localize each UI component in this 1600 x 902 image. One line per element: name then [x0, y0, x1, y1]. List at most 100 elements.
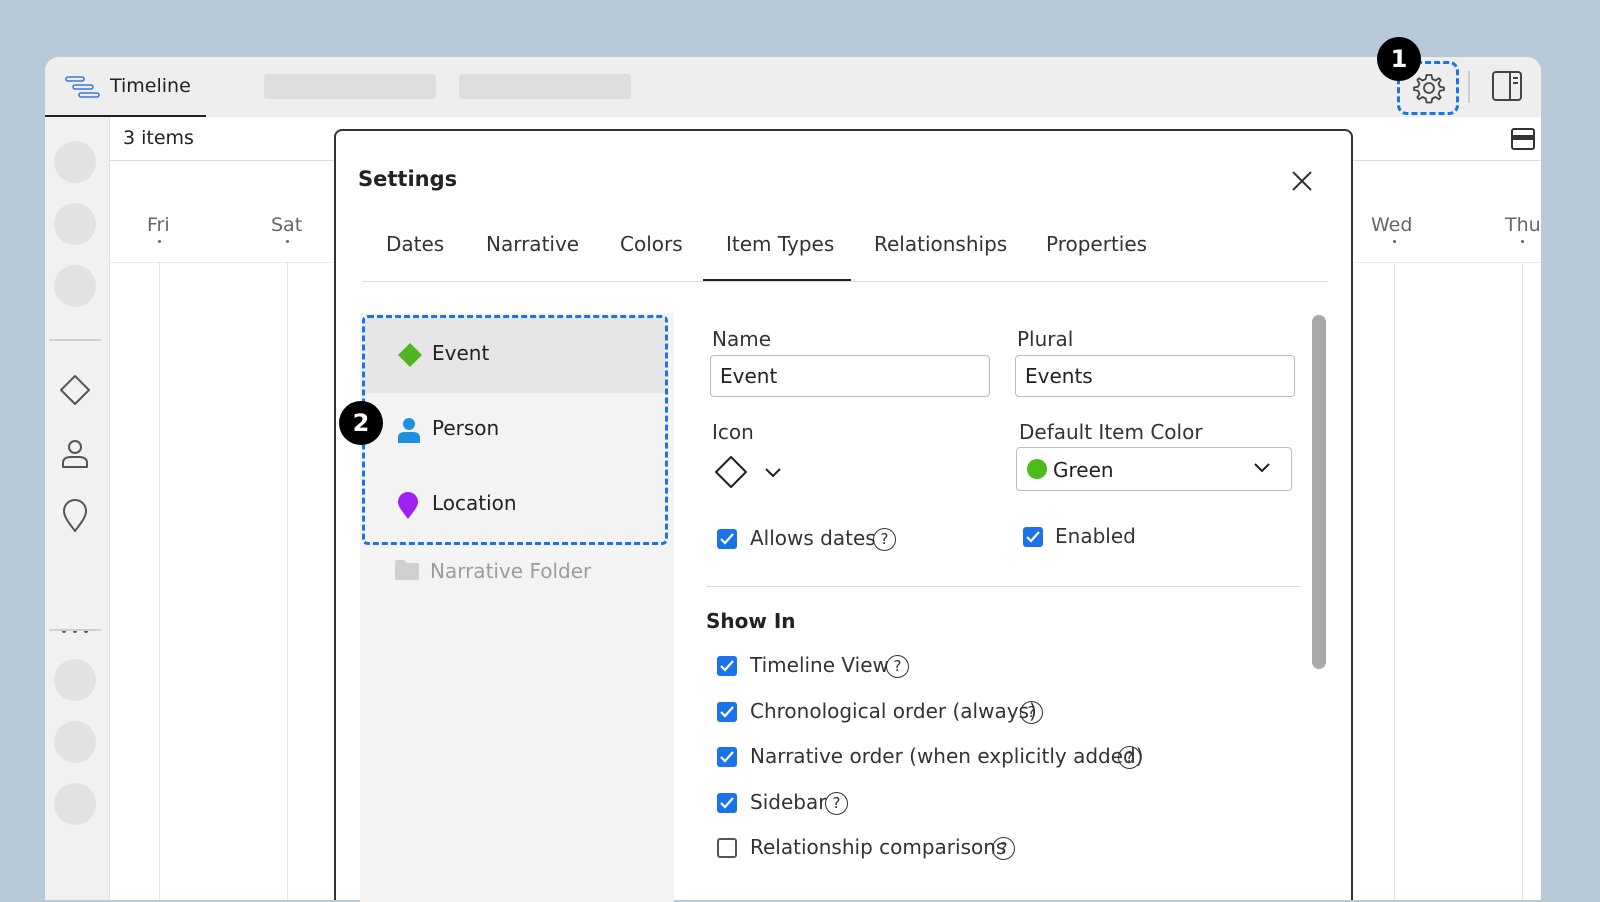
rail-placeholder [54, 203, 96, 245]
enabled-label: Enabled [1055, 524, 1136, 548]
location-pin-icon[interactable] [59, 499, 91, 533]
item-type-event[interactable]: Event [365, 318, 665, 393]
check-icon [720, 533, 734, 545]
day-label: Wed [1371, 214, 1413, 236]
check-icon [720, 660, 734, 672]
person-icon[interactable] [59, 437, 91, 469]
rail-divider [49, 339, 101, 341]
left-rail [45, 117, 110, 900]
top-bar: Timeline [45, 57, 1541, 117]
check-icon [720, 797, 734, 809]
folder-icon [395, 560, 419, 580]
timeline-view-checkbox[interactable] [717, 656, 737, 676]
side-panel-icon[interactable] [1491, 70, 1523, 102]
tab-timeline[interactable]: Timeline [45, 57, 206, 117]
default-color-label: Default Item Color [1019, 420, 1203, 444]
scrollbar[interactable] [1312, 315, 1326, 669]
day-marker [1521, 240, 1524, 243]
tab-item-types[interactable]: Item Types [703, 231, 851, 281]
enabled-checkbox[interactable] [1023, 527, 1043, 547]
items-count: 3 items [123, 127, 194, 149]
tab-timeline-label: Timeline [110, 75, 191, 97]
rail-placeholder [54, 659, 96, 701]
allows-dates-label: Allows dates [750, 526, 876, 550]
name-input[interactable] [710, 355, 990, 397]
settings-dialog: Settings Dates Narrative Colors Item Typ… [334, 129, 1353, 902]
option-label: Narrative order (when explicitly added) [750, 744, 1144, 768]
diamond-icon[interactable] [59, 374, 91, 406]
dialog-title: Settings [358, 167, 458, 191]
day-marker [158, 240, 161, 243]
tab-narrative[interactable]: Narrative [486, 231, 579, 281]
help-icon[interactable]: ? [1020, 701, 1043, 724]
check-icon [1026, 531, 1040, 543]
selected-color: Green [1053, 458, 1114, 482]
default-color-select[interactable]: Green [1016, 447, 1292, 491]
chronological-order-checkbox[interactable] [717, 702, 737, 722]
section-divider [706, 586, 1300, 587]
name-label: Name [712, 327, 772, 351]
allows-dates-checkbox[interactable] [717, 529, 737, 549]
item-type-label: Event [432, 341, 490, 365]
plural-label: Plural [1017, 327, 1074, 351]
chevron-down-icon [765, 468, 781, 478]
timeline-icon [65, 76, 100, 98]
check-icon [720, 706, 734, 718]
item-types-highlight: Event Person Location [362, 315, 668, 545]
option-label: Relationship comparisons [750, 835, 1007, 859]
icon-picker[interactable] [714, 455, 788, 489]
icon-label: Icon [712, 420, 754, 444]
help-icon[interactable]: ? [873, 528, 896, 551]
relationship-comparisons-checkbox[interactable] [717, 838, 737, 858]
callout-badge-2: 2 [339, 401, 383, 445]
tab-dates[interactable]: Dates [386, 231, 444, 281]
item-types-list: Event Person Location Narrative Folder [360, 313, 674, 902]
grid-line [159, 262, 160, 900]
grid-line [1394, 262, 1395, 900]
tab-properties[interactable]: Properties [1046, 231, 1147, 281]
close-icon[interactable] [1290, 169, 1314, 193]
settings-tabs: Dates Narrative Colors Item Types Relati… [362, 231, 1328, 282]
grid-line [287, 262, 288, 900]
help-icon[interactable]: ? [992, 837, 1015, 860]
diamond-icon [398, 343, 422, 367]
toolbar-divider [1468, 71, 1470, 103]
item-type-narrative-folder[interactable]: Narrative Folder [394, 559, 591, 586]
rail-divider [49, 629, 101, 631]
help-icon[interactable]: ? [886, 655, 909, 678]
option-label: Sidebar [750, 790, 827, 814]
show-in-heading: Show In [706, 609, 796, 633]
color-swatch [1027, 459, 1047, 479]
item-type-location[interactable]: Location [365, 468, 665, 543]
day-label: Sat [271, 214, 303, 236]
day-label: Thu [1505, 214, 1541, 236]
gear-icon [1413, 74, 1445, 104]
chevron-down-icon [1254, 463, 1270, 473]
location-pin-icon [398, 492, 418, 519]
item-type-label: Location [432, 491, 517, 515]
check-icon [720, 751, 734, 763]
help-icon[interactable]: ? [1118, 746, 1141, 769]
sidebar-checkbox[interactable] [717, 793, 737, 813]
diamond-icon [715, 456, 747, 488]
rail-placeholder [54, 721, 96, 763]
day-marker [1393, 240, 1396, 243]
tab-relationships[interactable]: Relationships [874, 231, 1007, 281]
narrative-order-checkbox[interactable] [717, 747, 737, 767]
item-type-label: Person [432, 416, 500, 440]
rail-placeholder [54, 783, 96, 825]
option-label: Timeline View [750, 653, 889, 677]
item-type-person[interactable]: Person [365, 393, 665, 468]
option-label: Chronological order (always) [750, 699, 1037, 723]
placeholder-tab [459, 74, 631, 99]
tab-colors[interactable]: Colors [620, 231, 683, 281]
callout-badge-1: 1 [1377, 37, 1421, 81]
plural-input[interactable] [1015, 355, 1295, 397]
day-marker [286, 240, 289, 243]
rail-placeholder [54, 265, 96, 307]
row-layout-icon[interactable] [1510, 127, 1536, 151]
help-icon[interactable]: ? [825, 792, 848, 815]
placeholder-tab [264, 74, 436, 99]
narrative-folder-label: Narrative Folder [430, 559, 592, 583]
grid-line [1522, 262, 1523, 900]
